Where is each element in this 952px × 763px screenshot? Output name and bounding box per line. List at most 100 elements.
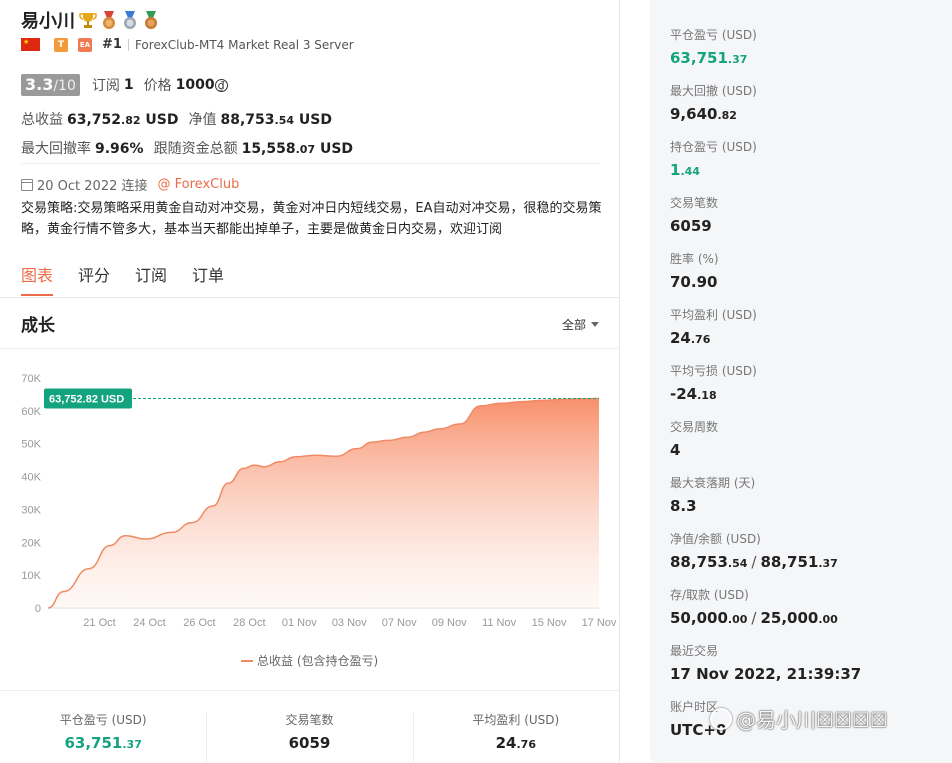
x-tick-label: 24 Oct xyxy=(133,617,165,629)
rs-closed-pnl: 平仓盈亏 (USD) 63,751.37 xyxy=(670,26,757,67)
rs-label: 最大衰落期 (天) xyxy=(670,476,756,490)
subscribe-count-value: 1 xyxy=(123,77,134,93)
rs-value: 4 xyxy=(670,441,681,459)
follow-funds-unit: USD xyxy=(319,141,354,157)
drawdown-row: 最大回撤率 9.96% 跟随资金总额 15,558.07 USD xyxy=(21,138,353,158)
rs-int: 24 xyxy=(670,329,691,347)
rs-dec: .00 xyxy=(727,613,748,626)
tab-rating[interactable]: 评分 xyxy=(78,262,110,296)
tag-ea-badge: EA xyxy=(78,37,92,52)
green-medal-icon xyxy=(145,11,157,29)
stat-dec: .37 xyxy=(122,738,142,751)
score-value: 3.3 xyxy=(25,75,54,94)
tab-subscribe[interactable]: 订阅 xyxy=(135,262,167,296)
score-badge: 3.3/10 xyxy=(21,74,80,96)
rs-value: 70.90 xyxy=(670,273,718,291)
y-tick-label: 10K xyxy=(21,570,41,582)
x-tick-label: 28 Oct xyxy=(233,617,265,629)
china-flag-icon xyxy=(21,38,40,51)
chart-legend[interactable]: 总收益 (包含持仓盈亏) xyxy=(241,652,378,669)
rs-label: 存/取款 (USD) xyxy=(670,588,749,602)
y-tick-label: 70K xyxy=(21,373,41,385)
calendar-icon xyxy=(21,178,33,191)
watermark-text: @易小川☒☒☒☒ xyxy=(736,708,888,732)
rs-label: 平均亏损 (USD) xyxy=(670,364,757,378)
strategy-description: 交易策略:交易策略采用黄金自动对冲交易，黄金对冲日内短线交易，EA自动对冲交易，… xyxy=(21,201,602,237)
total-profit-int: 63,752 xyxy=(67,112,122,128)
stat-int: 6059 xyxy=(288,734,331,752)
rs-int: 88,753 xyxy=(670,553,728,571)
tab-chart[interactable]: 图表 xyxy=(21,262,54,296)
coin-icon: ₫ xyxy=(214,78,228,92)
series-area xyxy=(48,398,599,608)
total-profit-label: 总收益 xyxy=(21,112,63,128)
stat-value: 63,751.37 xyxy=(0,734,206,752)
rs-last-trade: 最近交易 17 Nov 2022, 21:39:37 xyxy=(670,642,861,683)
y-tick-label: 50K xyxy=(21,439,41,451)
x-tick-label: 07 Nov xyxy=(382,617,417,629)
broker-link[interactable]: @ ForexClub xyxy=(158,177,240,192)
rs-equity-balance: 净值/余额 (USD) 88,753.54/88,751.37 xyxy=(670,530,838,571)
rs-win-rate: 胜率 (%) 70.90 xyxy=(670,250,719,291)
follow-funds-dec: .07 xyxy=(295,143,316,156)
rs-slash: / xyxy=(751,553,757,571)
panel-divider xyxy=(619,0,620,763)
rs-label: 平均盈利 (USD) xyxy=(670,308,757,322)
trophy-icon xyxy=(79,13,97,28)
silver-medal-icon xyxy=(124,11,136,29)
tab-orders[interactable]: 订单 xyxy=(192,262,224,296)
rs-int2: 25,000 xyxy=(760,609,819,627)
net-value: 88,753.54 USD xyxy=(220,112,331,128)
y-tick-label: 60K xyxy=(21,406,41,418)
max-drawdown-value: 9.96% xyxy=(95,141,144,157)
price-value: 1000 xyxy=(175,77,215,93)
legend-line-swatch xyxy=(241,659,253,662)
stat-label: 平均盈利 (USD) xyxy=(472,713,560,727)
rs-int: 1 xyxy=(670,161,681,179)
x-tick-label: 21 Oct xyxy=(83,617,115,629)
stat-int: 63,751 xyxy=(64,734,123,752)
price-label: 价格 xyxy=(143,78,172,94)
bottom-stats-row: 平仓盈亏 (USD) 63,751.37 交易笔数 6059 平均盈利 (USD… xyxy=(0,700,619,762)
growth-area-chart: 0 10K 20K 30K 40K 50K 60K 70K 21 Oct 24 Oct 26 Oc… xyxy=(21,373,617,629)
net-unit: USD xyxy=(298,112,332,128)
rs-value: 1.44 xyxy=(670,161,757,179)
rs-value: 24.76 xyxy=(670,329,757,347)
x-tick-label: 15 Nov xyxy=(532,617,567,629)
rs-dec: .54 xyxy=(727,557,748,570)
rs-avg-loss: 平均亏损 (USD) -24.18 xyxy=(670,362,757,403)
stats-sidebar: 平仓盈亏 (USD) 63,751.37 最大回撤 (USD) 9,640.82… xyxy=(650,0,952,763)
server-name: ForexClub-MT4 Market Real 3 Server xyxy=(134,37,354,52)
total-profit-unit: USD xyxy=(145,112,179,128)
divider xyxy=(0,690,619,691)
bronze-medal-icon xyxy=(103,11,115,29)
rs-label: 持仓盈亏 (USD) xyxy=(670,140,757,154)
watermark: @易小川☒☒☒☒ xyxy=(710,704,888,733)
rs-int2: 88,751 xyxy=(760,553,819,571)
title-row: 易小川 xyxy=(21,7,161,33)
stat-label: 交易笔数 xyxy=(285,713,334,727)
rs-int: 63,751 xyxy=(670,49,728,67)
subscribe-count-label: 订阅 xyxy=(91,78,120,94)
stat-dec: .76 xyxy=(516,738,537,751)
rank-label: #1 xyxy=(102,37,122,52)
rs-value: 63,751.37 xyxy=(670,49,757,67)
rs-int: -24 xyxy=(670,385,698,403)
rs-int: 9,640 xyxy=(670,105,718,123)
range-filter-dropdown[interactable]: 全部 xyxy=(562,316,600,333)
rs-slash: / xyxy=(751,609,757,627)
bottom-stat-trade-count: 交易笔数 6059 xyxy=(206,700,412,762)
rs-trade-count: 交易笔数 6059 xyxy=(670,194,718,235)
rs-value: 8.3 xyxy=(670,497,697,515)
rs-label: 最近交易 xyxy=(670,644,719,658)
x-tick-label: 26 Oct xyxy=(183,617,215,629)
rating-row: 3.3/10 订阅 1 价格 1000 ₫ xyxy=(21,74,228,96)
total-profit-value: 63,752.82 USD xyxy=(67,112,178,128)
rs-dec: .82 xyxy=(717,109,737,122)
rs-dec: .44 xyxy=(680,165,700,178)
connection-row: 20 Oct 2022 连接 @ ForexClub xyxy=(21,175,239,194)
rs-value: 6059 xyxy=(670,217,712,235)
rs-value: -24.18 xyxy=(670,385,757,403)
net-dec: .54 xyxy=(274,114,295,127)
rs-deposit-withdraw: 存/取款 (USD) 50,000.00/25,000.00 xyxy=(670,586,838,627)
